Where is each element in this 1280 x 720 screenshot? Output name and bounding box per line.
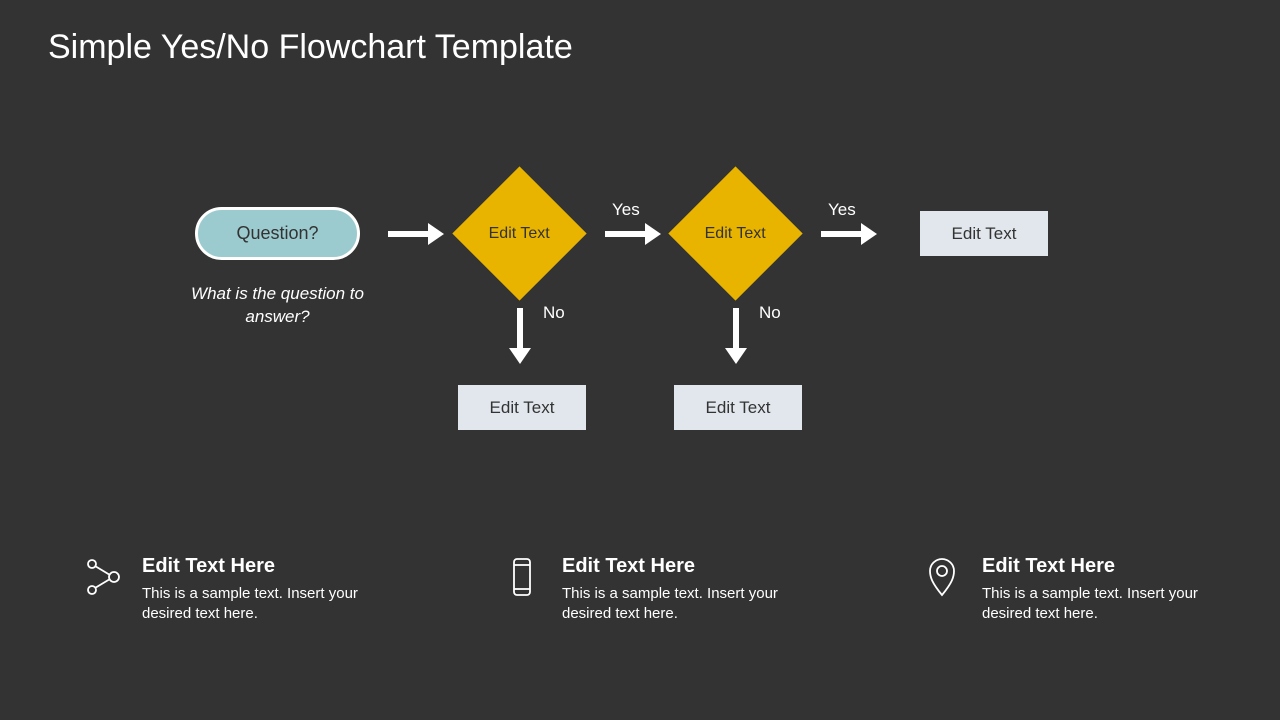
no-node-2: Edit Text xyxy=(674,385,802,430)
callout-2-body: This is a sample text. Insert your desir… xyxy=(562,584,802,625)
start-node-label: Question? xyxy=(236,223,318,244)
edge-label-yes-2: Yes xyxy=(828,200,856,220)
slide-title: Simple Yes/No Flowchart Template xyxy=(48,28,573,67)
no-node-1: Edit Text xyxy=(458,385,586,430)
arrow-right-icon xyxy=(821,231,863,237)
decision-1: Edit Text xyxy=(452,166,586,300)
edge-label-no-1: No xyxy=(543,303,565,323)
end-node: Edit Text xyxy=(920,211,1048,256)
callout-3-body: This is a sample text. Insert your desir… xyxy=(982,584,1222,625)
arrow-down-icon xyxy=(733,308,739,350)
arrow-right-icon xyxy=(388,231,430,237)
end-node-label: Edit Text xyxy=(952,224,1017,244)
edge-label-yes-1: Yes xyxy=(612,200,640,220)
share-icon xyxy=(80,555,124,599)
callout-1-body: This is a sample text. Insert your desir… xyxy=(142,584,382,625)
start-node: Question? xyxy=(195,207,360,260)
callout-3-heading: Edit Text Here xyxy=(982,555,1222,578)
no-node-1-label: Edit Text xyxy=(490,398,555,418)
decision-2-label: Edit Text xyxy=(705,224,766,242)
no-node-2-label: Edit Text xyxy=(706,398,771,418)
arrow-right-icon xyxy=(605,231,647,237)
phone-icon xyxy=(500,555,544,599)
callout-2-heading: Edit Text Here xyxy=(562,555,802,578)
decision-1-label: Edit Text xyxy=(489,224,550,242)
decision-2: Edit Text xyxy=(668,166,802,300)
callout-1-heading: Edit Text Here xyxy=(142,555,382,578)
arrow-down-icon xyxy=(517,308,523,350)
callout-2: Edit Text Here This is a sample text. In… xyxy=(500,555,802,625)
start-node-subtitle: What is the question to answer? xyxy=(170,283,385,329)
edge-label-no-2: No xyxy=(759,303,781,323)
callout-1: Edit Text Here This is a sample text. In… xyxy=(80,555,382,625)
location-icon xyxy=(920,555,964,599)
callout-3: Edit Text Here This is a sample text. In… xyxy=(920,555,1222,625)
